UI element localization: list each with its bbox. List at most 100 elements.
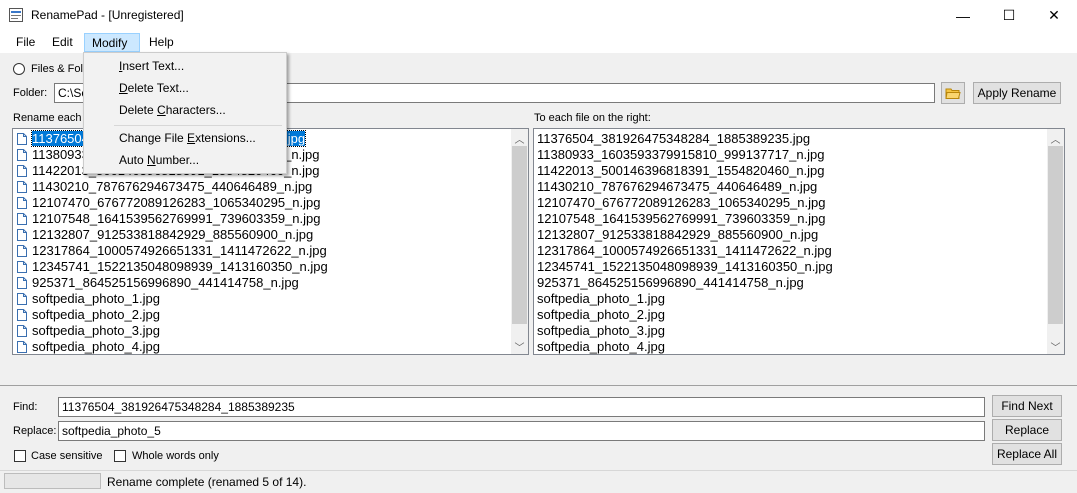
original-file-row[interactable]: softpedia_photo_4.jpg (14, 339, 510, 354)
file-name: 12345741_1522135048098939_1413160350_n.j… (537, 259, 833, 274)
file-name: 11376504_381926475348284_1885389235.jpg (537, 131, 811, 146)
file-icon (17, 229, 27, 241)
find-input[interactable]: 11376504_381926475348284_1885389235 (58, 397, 985, 417)
splitter[interactable] (0, 385, 1077, 386)
file-icon (17, 293, 27, 305)
whole-words-checkbox[interactable] (114, 450, 126, 462)
menu-item-delete-characters[interactable]: Delete Characters... (119, 103, 226, 117)
target-name-row[interactable]: 11380933_1603593379915810_999137717_n.jp… (535, 147, 1045, 163)
replace-button[interactable]: Replace (992, 419, 1062, 441)
target-name-row[interactable]: softpedia_photo_2.jpg (535, 307, 1045, 323)
files-folders-radio[interactable] (13, 63, 25, 75)
find-next-button[interactable]: Find Next (992, 395, 1062, 417)
maximize-icon: ☐ (1002, 7, 1016, 23)
file-name: 11430210_787676294673475_440646489_n.jpg (537, 179, 818, 194)
menu-modify[interactable]: Modify (84, 33, 140, 52)
case-sensitive-checkbox[interactable] (14, 450, 26, 462)
scroll-up-icon[interactable]: ︿ (1047, 131, 1064, 146)
target-name-row[interactable]: 11376504_381926475348284_1885389235.jpg (535, 131, 1045, 147)
replace-all-button[interactable]: Replace All (992, 443, 1062, 465)
original-file-row[interactable]: 12317864_1000574926651331_1411472622_n.j… (14, 243, 510, 259)
file-name: 12317864_1000574926651331_1411472622_n.j… (537, 243, 832, 258)
right-scrollbar[interactable]: ︿ ﹀ (1047, 129, 1064, 354)
menu-item-delete-text[interactable]: Delete Text... (119, 81, 189, 95)
file-icon (17, 165, 27, 177)
original-file-row[interactable]: 12132807_912533818842929_885560900_n.jpg (14, 227, 510, 243)
file-name: softpedia_photo_2.jpg (32, 307, 160, 322)
original-file-row[interactable]: 925371_864525156996890_441414758_n.jpg (14, 275, 510, 291)
browse-folder-button[interactable] (941, 82, 965, 104)
left-scrollbar[interactable]: ︿ ﹀ (511, 129, 528, 354)
target-name-row[interactable]: softpedia_photo_1.jpg (535, 291, 1045, 307)
file-icon (17, 341, 27, 353)
file-name: 12107470_676772089126283_1065340295_n.jp… (537, 195, 826, 210)
file-name: 12107470_676772089126283_1065340295_n.jp… (32, 195, 321, 210)
target-name-row[interactable]: softpedia_photo_4.jpg (535, 339, 1045, 354)
file-icon (17, 261, 27, 273)
original-file-row[interactable]: 12107470_676772089126283_1065340295_n.jp… (14, 195, 510, 211)
find-label: Find: (13, 401, 38, 413)
right-scroll-thumb[interactable] (1048, 146, 1063, 324)
file-name: softpedia_photo_4.jpg (537, 339, 665, 354)
close-button[interactable]: ✕ (1031, 0, 1077, 31)
file-icon (17, 149, 27, 161)
left-scroll-thumb[interactable] (512, 146, 527, 324)
scroll-down-icon[interactable]: ﹀ (511, 339, 528, 354)
file-name: 12107548_1641539562769991_739603359_n.jp… (537, 211, 826, 226)
file-name: 925371_864525156996890_441414758_n.jpg (537, 275, 804, 290)
target-name-row[interactable]: 12345741_1522135048098939_1413160350_n.j… (535, 259, 1045, 275)
file-icon (17, 181, 27, 193)
file-name: 12317864_1000574926651331_1411472622_n.j… (32, 243, 327, 258)
original-file-row[interactable]: 12107548_1641539562769991_739603359_n.jp… (14, 211, 510, 227)
file-name: 12132807_912533818842929_885560900_n.jpg (32, 227, 314, 242)
original-file-row[interactable]: 12345741_1522135048098939_1413160350_n.j… (14, 259, 510, 275)
menu-item-insert-text[interactable]: Insert Text... (119, 59, 184, 73)
scroll-down-icon[interactable]: ﹀ (1047, 339, 1064, 354)
file-name: 925371_864525156996890_441414758_n.jpg (32, 275, 299, 290)
modify-dropdown-menu: Insert Text... Delete Text... Delete Chara… (83, 52, 287, 174)
replace-label: Replace: (13, 425, 57, 437)
scroll-up-icon[interactable]: ︿ (511, 131, 528, 146)
file-name: 12345741_1522135048098939_1413160350_n.j… (32, 259, 328, 274)
file-name: softpedia_photo_3.jpg (32, 323, 160, 338)
window-title: RenamePad - [Unregistered] (31, 8, 184, 22)
whole-words-label: Whole words only (132, 450, 219, 462)
target-name-row[interactable]: 11422013_500146396818391_1554820460_n.jp… (535, 163, 1045, 179)
original-file-row[interactable]: 11430210_787676294673475_440646489_n.jpg (14, 179, 510, 195)
menu-item-auto-number[interactable]: Auto Number... (119, 153, 199, 167)
file-name: softpedia_photo_2.jpg (537, 307, 665, 322)
file-name: 11380933_1603593379915810_999137717_n.jp… (537, 147, 825, 162)
minimize-button[interactable]: — (940, 0, 986, 31)
target-name-row[interactable]: 12317864_1000574926651331_1411472622_n.j… (535, 243, 1045, 259)
target-names-list[interactable]: 11376504_381926475348284_1885389235.jpg 1… (533, 128, 1065, 355)
menu-item-change-file-extensions[interactable]: Change File Extensions... (119, 131, 256, 145)
file-icon (17, 245, 27, 257)
file-name: softpedia_photo_4.jpg (32, 339, 160, 354)
original-file-row[interactable]: softpedia_photo_2.jpg (14, 307, 510, 323)
file-icon (17, 309, 27, 321)
target-name-row[interactable]: 925371_864525156996890_441414758_n.jpg (535, 275, 1045, 291)
status-message: Rename complete (renamed 5 of 14). (107, 475, 307, 489)
file-name: 12107548_1641539562769991_739603359_n.jp… (32, 211, 321, 226)
target-name-row[interactable]: 11430210_787676294673475_440646489_n.jpg (535, 179, 1045, 195)
close-icon: ✕ (1048, 7, 1060, 23)
file-name: softpedia_photo_1.jpg (537, 291, 665, 306)
menu-edit[interactable]: Edit (50, 33, 75, 52)
left-list-label: Rename each (13, 112, 82, 124)
replace-input[interactable]: softpedia_photo_5 (58, 421, 985, 441)
target-name-row[interactable]: 12107548_1641539562769991_739603359_n.jp… (535, 211, 1045, 227)
target-name-row[interactable]: 12132807_912533818842929_885560900_n.jpg (535, 227, 1045, 243)
target-name-row[interactable]: softpedia_photo_3.jpg (535, 323, 1045, 339)
original-file-row[interactable]: softpedia_photo_1.jpg (14, 291, 510, 307)
menu-separator (114, 125, 282, 126)
minimize-icon: — (956, 7, 970, 24)
menu-help[interactable]: Help (147, 33, 176, 52)
file-name: 12132807_912533818842929_885560900_n.jpg (537, 227, 819, 242)
folder-label: Folder: (13, 87, 48, 99)
maximize-button[interactable]: ☐ (986, 0, 1032, 31)
file-name: 11422013_500146396818391_1554820460_n.jp… (537, 163, 825, 178)
apply-rename-button[interactable]: Apply Rename (973, 82, 1061, 104)
target-name-row[interactable]: 12107470_676772089126283_1065340295_n.jp… (535, 195, 1045, 211)
menu-file[interactable]: File (14, 33, 37, 52)
original-file-row[interactable]: softpedia_photo_3.jpg (14, 323, 510, 339)
